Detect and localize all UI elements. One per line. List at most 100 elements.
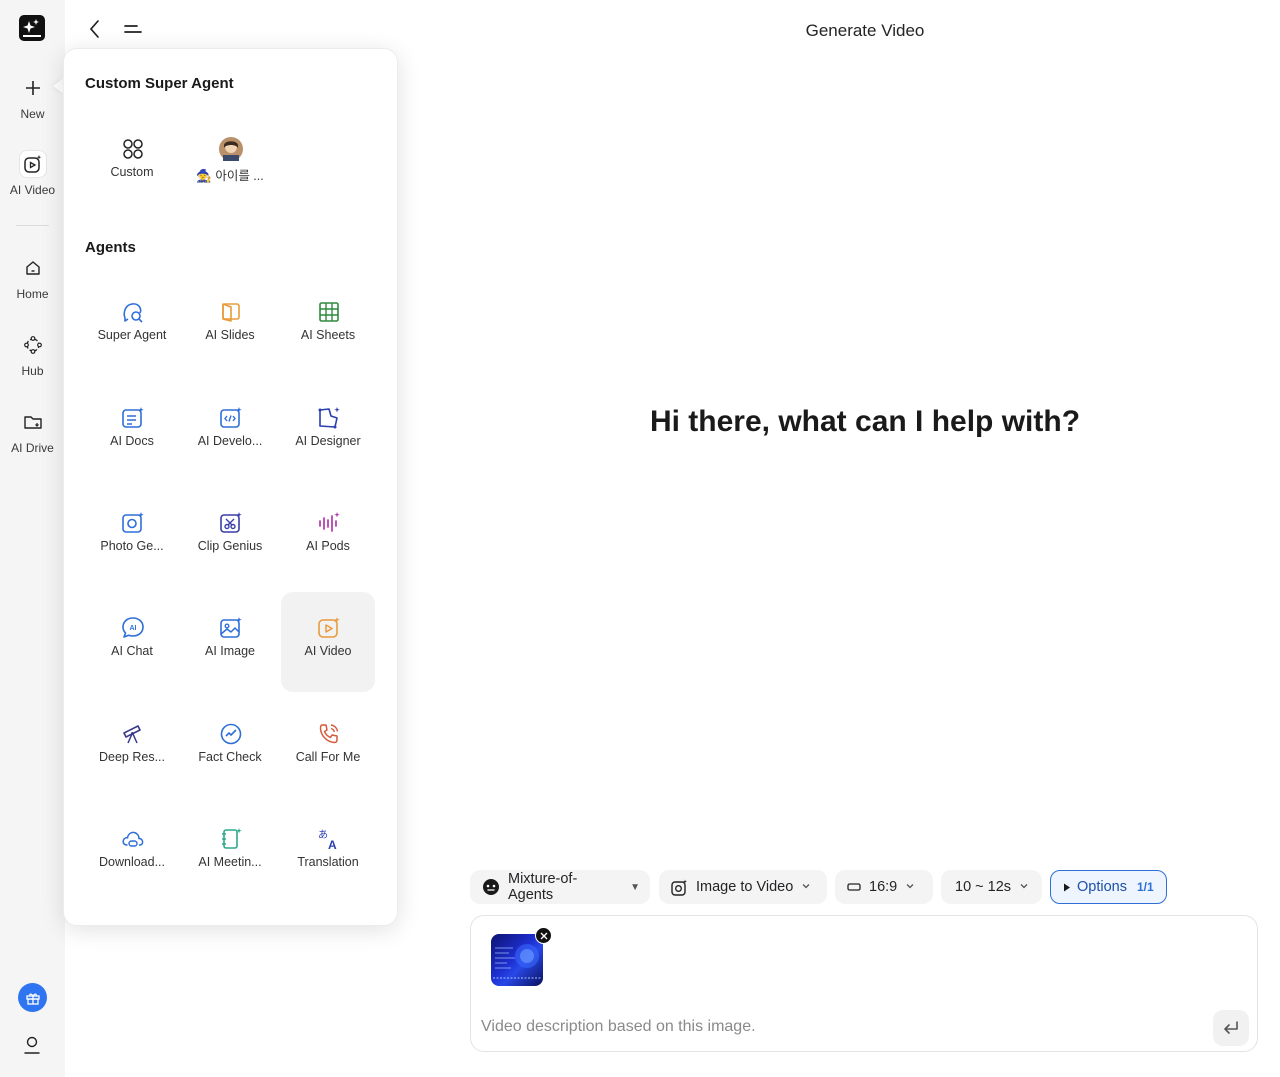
agent-label: AI Chat [111, 644, 153, 658]
agent-label: AI Image [204, 644, 256, 658]
app-logo[interactable] [19, 15, 45, 41]
super-agent-icon [123, 303, 143, 323]
rail-home[interactable]: Home [0, 254, 65, 301]
agent-label: AI Pods [306, 539, 350, 553]
menu-button[interactable] [122, 18, 144, 40]
mixture-agents-icon [482, 878, 500, 896]
designer-icon [318, 407, 340, 429]
rail-label: AI Drive [11, 441, 54, 455]
agent-ai-chat[interactable]: AI AI Chat [85, 592, 179, 692]
plus-icon [19, 74, 47, 102]
grid-circles-icon [123, 139, 143, 159]
agent-label: Download... [98, 855, 165, 869]
agent-fact-check[interactable]: Fact Check [183, 698, 277, 798]
agent-ai-slides[interactable]: AI Slides [183, 276, 277, 376]
drive-icon [19, 408, 47, 436]
aspect-ratio-icon [847, 880, 861, 894]
agent-ai-docs[interactable]: AI Docs [85, 382, 179, 482]
prompt-input[interactable] [481, 1018, 1181, 1036]
custom-section-title: Custom Super Agent [85, 75, 234, 92]
caret-down-icon: ▼ [630, 881, 640, 893]
agent-deep-research[interactable]: Deep Res... [85, 698, 179, 798]
rail-ai-video[interactable]: AI Video [0, 150, 65, 197]
chevron-down-icon [801, 881, 811, 894]
agent-label: AI Slides [205, 328, 255, 342]
custom-agent-custom[interactable]: Custom [85, 113, 179, 213]
meeting-icon [222, 828, 242, 849]
mode-selector-label: Image to Video [696, 879, 794, 895]
options-button[interactable]: Options 1/1 [1050, 870, 1167, 904]
remove-attachment-button[interactable] [535, 927, 552, 944]
avatar-image [219, 137, 243, 161]
send-button[interactable] [1213, 1010, 1249, 1046]
agent-label: Fact Check [198, 750, 262, 764]
agent-label: AI Sheets [300, 328, 356, 342]
docs-icon [122, 407, 144, 428]
options-count: 1/1 [1136, 880, 1154, 894]
agent-label: AI Designer [295, 434, 361, 448]
rail-ai-drive[interactable]: AI Drive [0, 408, 65, 455]
duration-selector[interactable]: 10 ~ 12s [941, 870, 1042, 904]
sheets-icon [319, 302, 339, 322]
agent-ai-developer[interactable]: AI Develo... [183, 382, 277, 482]
agent-ai-video[interactable]: AI Video [281, 592, 375, 692]
model-selector[interactable]: Mixture-of-Agents ▼ [470, 870, 650, 904]
ai-video-icon [18, 150, 47, 178]
left-rail: New AI Video Home Hub AI Drive [0, 0, 65, 1077]
svg-text:あ: あ [318, 829, 328, 841]
agent-label: AI Develo... [197, 434, 263, 448]
sparkle-logo-icon [23, 19, 41, 37]
aspect-ratio-selector[interactable]: 16:9 [835, 870, 933, 904]
back-button[interactable] [84, 18, 106, 40]
menu-icon [124, 25, 142, 33]
agent-download[interactable]: Download... [85, 803, 179, 903]
rail-label: AI Video [9, 183, 56, 197]
mode-selector[interactable]: Image to Video [659, 870, 827, 904]
chat-icon: AI [122, 617, 144, 638]
user-icon [24, 1036, 40, 1054]
attached-image-thumbnail[interactable] [491, 934, 543, 986]
agent-super-agent[interactable]: Super Agent [85, 276, 179, 376]
agent-clip-genius[interactable]: Clip Genius [183, 487, 277, 587]
ai-brain-image [493, 944, 541, 979]
agent-label: Custom [110, 165, 154, 179]
agent-label: Translation [297, 855, 359, 869]
telescope-icon [123, 725, 141, 744]
rail-label: Hub [21, 364, 44, 378]
gift-button[interactable] [18, 983, 47, 1012]
cloud-download-icon [122, 831, 144, 847]
rail-hub[interactable]: Hub [0, 331, 65, 378]
agent-label: AI Video [304, 644, 352, 658]
agent-label: Super Agent [97, 328, 167, 342]
chevron-left-icon [89, 20, 99, 38]
chevron-down-icon [905, 881, 915, 894]
svg-text:A: A [328, 838, 337, 851]
rail-divider [16, 225, 49, 226]
agent-label: AI Meetin... [198, 855, 262, 869]
agent-ai-pods[interactable]: AI Pods [281, 487, 375, 587]
profile-button[interactable] [22, 1034, 42, 1056]
agents-section-title: Agents [85, 239, 136, 256]
agent-ai-image[interactable]: AI Image [183, 592, 277, 692]
agents-popup: Custom Super Agent Custom 🧙 아이를 ... Agen… [63, 48, 398, 926]
agent-call-for-me[interactable]: Call For Me [281, 698, 375, 798]
agent-translation[interactable]: あA Translation [281, 803, 375, 903]
agent-label: AI Docs [110, 434, 154, 448]
pods-icon [319, 512, 340, 532]
custom-agent-kids[interactable]: 🧙 아이를 ... [183, 113, 277, 213]
aspect-ratio-label: 16:9 [869, 879, 898, 895]
duration-label: 10 ~ 12s [955, 879, 1012, 895]
rail-label: Home [16, 287, 49, 301]
photo-genius-icon [122, 512, 144, 533]
agent-photo-genius[interactable]: Photo Ge... [85, 487, 179, 587]
home-icon [19, 254, 47, 282]
composer [470, 915, 1258, 1052]
agent-label: Photo Ge... [100, 539, 164, 553]
enter-arrow-icon [1224, 1021, 1238, 1034]
agent-ai-sheets[interactable]: AI Sheets [281, 276, 375, 376]
chevron-down-icon [1019, 881, 1029, 894]
agent-label: 🧙 아이를 ... [196, 169, 264, 183]
play-triangle-icon [1063, 883, 1071, 892]
agent-ai-designer[interactable]: AI Designer [281, 382, 375, 482]
agent-ai-meeting[interactable]: AI Meetin... [183, 803, 277, 903]
